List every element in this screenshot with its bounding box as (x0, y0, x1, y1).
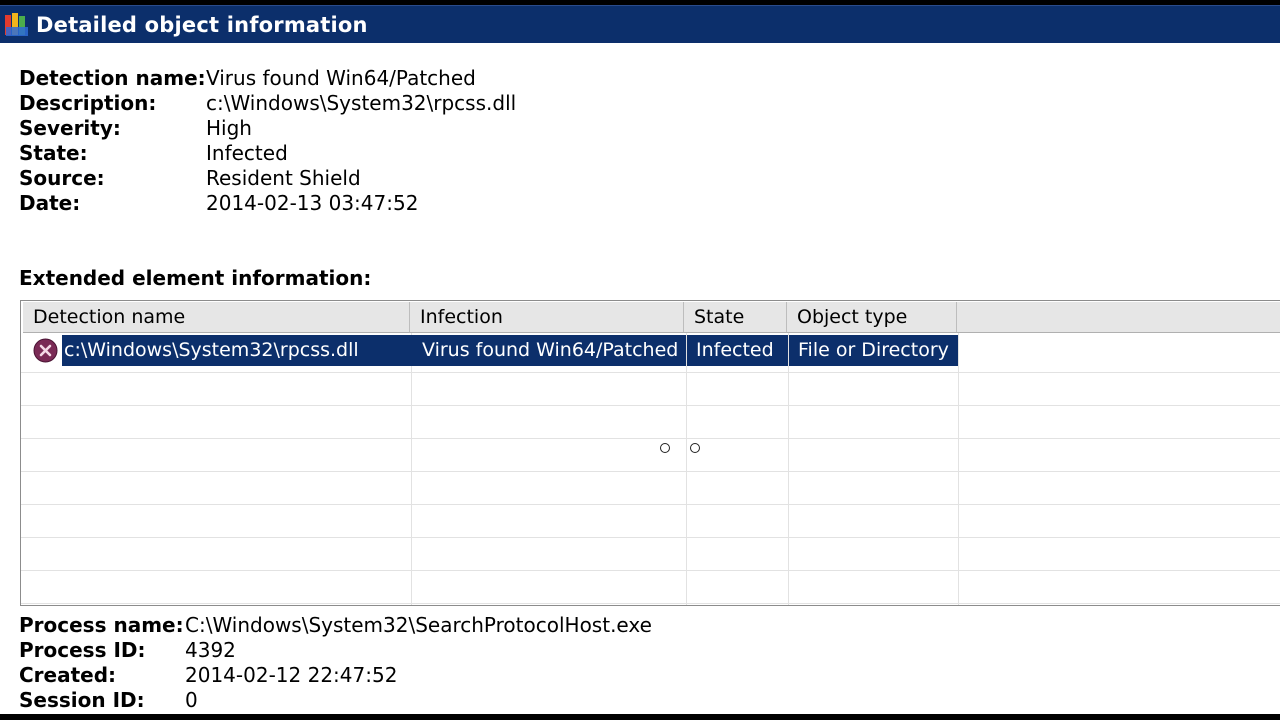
table-cell-object-type[interactable]: File or Directory (789, 335, 958, 366)
grid-row-line (21, 504, 1280, 505)
table-cell-state[interactable]: Infected (687, 335, 788, 366)
process-value: C:\Windows\System32\SearchProtocolHost.e… (185, 613, 652, 637)
process-key: Process name: (19, 613, 184, 637)
table-cell-infection[interactable]: Virus found Win64/Patched (412, 335, 686, 366)
column-header-object-type[interactable]: Object type (787, 302, 958, 333)
detailed-object-window: Detailed object information Detection na… (0, 5, 1280, 714)
grid-column-line (411, 333, 412, 605)
process-value: 0 (185, 688, 198, 712)
grid-row-line (21, 603, 1280, 604)
column-header-filler (957, 302, 1280, 333)
process-value: 4392 (185, 638, 236, 662)
column-header-detection-name[interactable]: Detection name (23, 302, 411, 333)
column-header-infection[interactable]: Infection (410, 302, 685, 333)
detail-value: High (206, 116, 252, 140)
detail-value: Resident Shield (206, 166, 361, 190)
grid-row-line (21, 537, 1280, 538)
detail-key: State: (19, 141, 88, 165)
detail-key: Description: (19, 91, 157, 115)
process-key: Process ID: (19, 638, 146, 662)
column-header-state[interactable]: State (684, 302, 788, 333)
cursor-marker (660, 443, 670, 453)
detail-key: Severity: (19, 116, 121, 140)
detail-key: Source: (19, 166, 105, 190)
title-bar: Detailed object information (0, 5, 1280, 43)
window-title: Detailed object information (36, 13, 368, 37)
detail-key: Detection name: (19, 66, 206, 90)
detail-value: c:\Windows\System32\rpcss.dll (206, 91, 517, 115)
detail-value: Virus found Win64/Patched (206, 66, 476, 90)
grid-row-line (21, 405, 1280, 406)
detail-key: Date: (19, 191, 81, 215)
grid-row-line (21, 570, 1280, 571)
grid-row-line (21, 438, 1280, 439)
detail-value: Infected (206, 141, 288, 165)
detail-value: 2014-02-13 03:47:52 (206, 191, 419, 215)
cursor-marker (690, 443, 700, 453)
process-key: Created: (19, 663, 117, 687)
grid-row-line (21, 471, 1280, 472)
table-cell-detection-name[interactable]: c:\Windows\System32\rpcss.dll (62, 335, 412, 366)
extended-info-label: Extended element information: (19, 266, 372, 290)
process-key: Session ID: (19, 688, 145, 712)
grid-row-line (21, 372, 1280, 373)
avg-logo-icon (5, 13, 28, 36)
grid-column-line (686, 333, 687, 605)
extended-info-table[interactable]: Detection name Infection State Object ty… (20, 300, 1280, 606)
grid-column-line (788, 333, 789, 605)
grid-column-line (958, 333, 959, 605)
infected-x-icon (33, 338, 58, 363)
process-value: 2014-02-12 22:47:52 (185, 663, 398, 687)
